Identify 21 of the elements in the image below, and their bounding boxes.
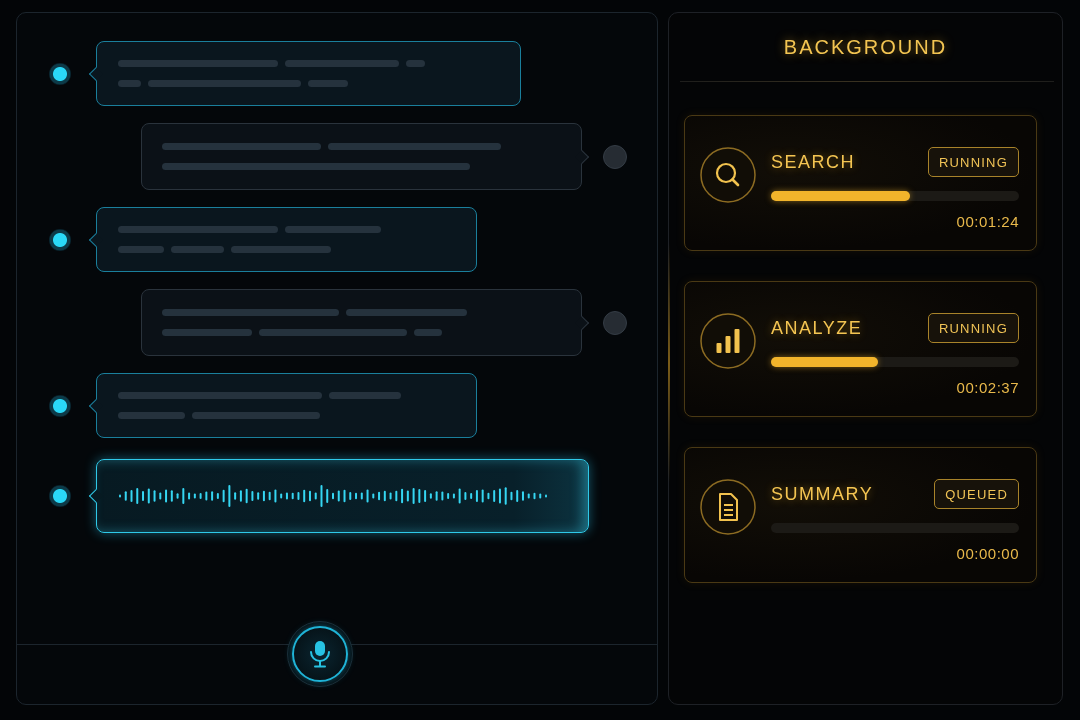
task-title: SEARCH [771, 151, 855, 173]
elapsed-time: 00:02:37 [956, 379, 1019, 397]
panel-title: BACKGROUND [783, 35, 948, 59]
document-icon [700, 479, 756, 535]
dot-icon [49, 394, 71, 417]
elapsed-time: 00:01:24 [956, 213, 1019, 231]
status-badge: QUEUED [934, 479, 1019, 509]
search-icon [700, 147, 756, 203]
microphone-icon [309, 640, 331, 668]
microphone-button[interactable] [287, 621, 353, 687]
status-badge: RUNNING [927, 313, 1019, 343]
status-badge: RUNNING [927, 147, 1019, 177]
task-title: SUMMARY [771, 483, 874, 505]
elapsed-time: 00:00:00 [956, 545, 1019, 563]
dot-icon [603, 310, 627, 335]
dot-icon [603, 144, 627, 169]
dot-icon [49, 62, 71, 85]
dot-icon [49, 228, 71, 251]
task-title: ANALYZE [771, 317, 863, 339]
bar-chart-icon [700, 313, 756, 369]
dot-icon [49, 485, 71, 507]
